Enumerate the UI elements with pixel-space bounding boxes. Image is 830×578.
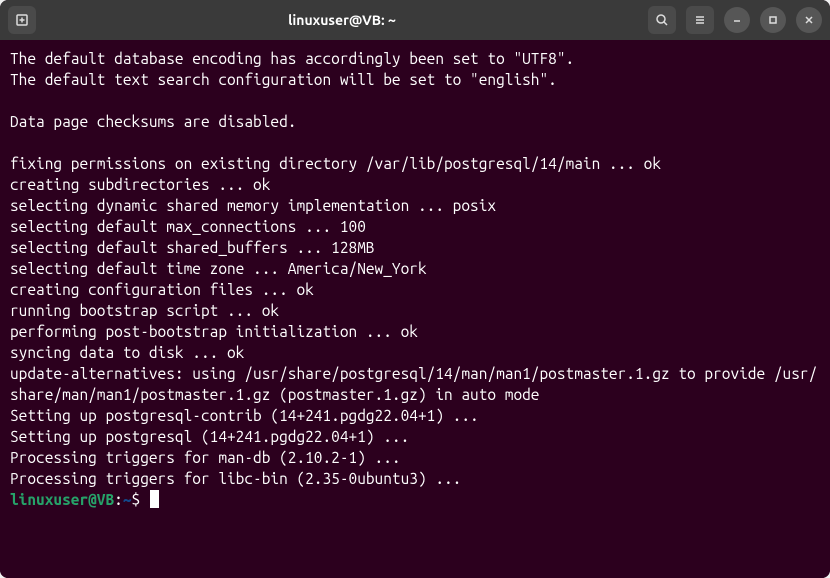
prompt-user-host: linuxuser@VB (10, 491, 114, 508)
output-line: running bootstrap script ... ok (10, 300, 820, 321)
terminal-body[interactable]: The default database encoding has accord… (0, 40, 830, 578)
maximize-button[interactable] (760, 7, 786, 33)
output-line: Data page checksums are disabled. (10, 111, 820, 132)
output-line: Processing triggers for man-db (2.10.2-1… (10, 447, 820, 468)
output-line: Processing triggers for libc-bin (2.35-0… (10, 468, 820, 489)
output-line: syncing data to disk ... ok (10, 342, 820, 363)
output-line: creating configuration files ... ok (10, 279, 820, 300)
output-line: selecting default max_connections ... 10… (10, 216, 820, 237)
terminal-window: linuxuser@VB: ~ The default database enc… (0, 0, 830, 578)
search-button[interactable] (648, 6, 676, 34)
output-line: The default database encoding has accord… (10, 48, 820, 69)
output-line: performing post-bootstrap initialization… (10, 321, 820, 342)
output-line: update-alternatives: using /usr/share/po… (10, 363, 820, 405)
output-line (10, 132, 820, 153)
output-line: selecting dynamic shared memory implemen… (10, 195, 820, 216)
output-line: Setting up postgresql-contrib (14+241.pg… (10, 405, 820, 426)
prompt-line: linuxuser@VB:~$ (10, 489, 820, 510)
close-button[interactable] (796, 7, 822, 33)
prompt-dollar: $ (132, 491, 149, 508)
titlebar-right (648, 6, 822, 34)
titlebar-left (8, 6, 36, 34)
window-title: linuxuser@VB: ~ (42, 12, 642, 28)
prompt-path: ~ (123, 491, 132, 508)
output-line: The default text search configuration wi… (10, 69, 820, 90)
menu-button[interactable] (686, 6, 714, 34)
output-line (10, 90, 820, 111)
new-tab-button[interactable] (8, 6, 36, 34)
cursor (150, 490, 159, 508)
prompt-colon: : (114, 491, 123, 508)
output-line: selecting default time zone ... America/… (10, 258, 820, 279)
output-line: creating subdirectories ... ok (10, 174, 820, 195)
minimize-button[interactable] (724, 7, 750, 33)
output-line: fixing permissions on existing directory… (10, 153, 820, 174)
output-line: Setting up postgresql (14+241.pgdg22.04+… (10, 426, 820, 447)
output-line: selecting default shared_buffers ... 128… (10, 237, 820, 258)
titlebar: linuxuser@VB: ~ (0, 0, 830, 40)
